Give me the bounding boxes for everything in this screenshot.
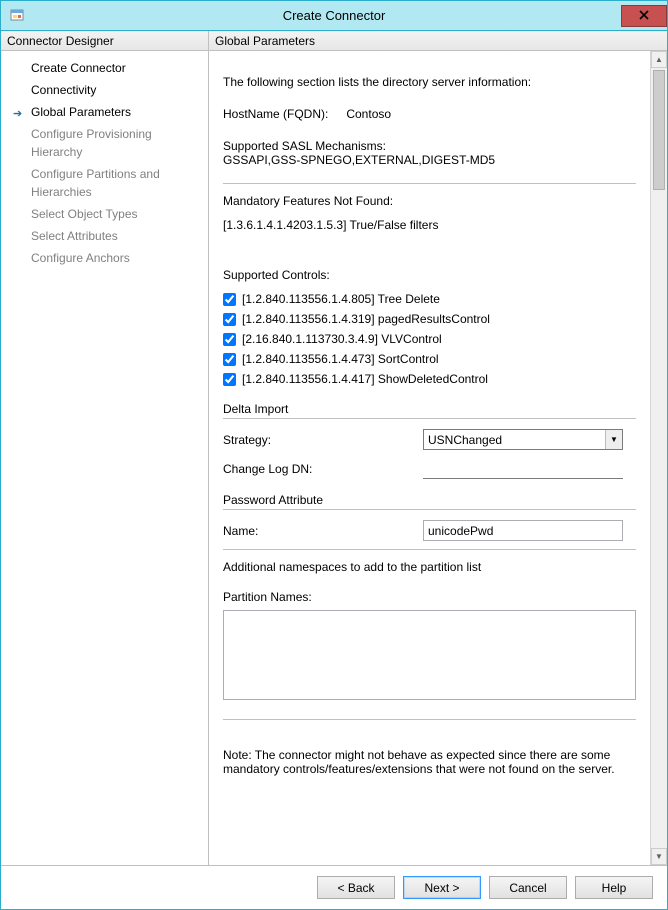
controls-block: Supported Controls: [1.2.840.113556.1.4.… <box>223 268 636 386</box>
scroll-container: The following section lists the director… <box>209 51 667 865</box>
chevron-down-icon: ▼ <box>655 852 663 861</box>
app-icon <box>9 8 25 24</box>
control-label: [1.2.840.113556.1.4.473] SortControl <box>242 352 439 366</box>
control-checkbox[interactable] <box>223 293 236 306</box>
left-panel-header: Connector Designer <box>1 31 209 51</box>
divider <box>223 183 636 184</box>
sidebar-item-label: Select Object Types <box>31 207 138 221</box>
sidebar-item-label: Configure Provisioning Hierarchy <box>31 127 152 159</box>
chevron-up-icon: ▲ <box>655 55 663 64</box>
sidebar-item-select-object-types: Select Object Types <box>1 203 208 225</box>
sidebar: Create Connector Connectivity ➔ Global P… <box>1 51 209 865</box>
changelog-row: Change Log DN: <box>223 458 636 479</box>
intro-text: The following section lists the director… <box>223 75 636 89</box>
partition-names-textarea[interactable] <box>223 610 636 700</box>
main-panel: The following section lists the director… <box>209 51 667 865</box>
mandatory-value: [1.3.6.1.4.1.4203.1.5.3] True/False filt… <box>223 218 636 232</box>
control-row-sort: [1.2.840.113556.1.4.473] SortControl <box>223 352 636 366</box>
scroll-down-button[interactable]: ▼ <box>651 848 667 865</box>
window-frame: Create Connector Connector Designer Glob… <box>0 0 668 910</box>
control-row-paged-results: [1.2.840.113556.1.4.319] pagedResultsCon… <box>223 312 636 326</box>
hostname-row: HostName (FQDN): Contoso <box>223 107 636 121</box>
sasl-block: Supported SASL Mechanisms: GSSAPI,GSS-SP… <box>223 139 636 167</box>
divider <box>223 549 636 550</box>
scroll-up-button[interactable]: ▲ <box>651 51 667 68</box>
mandatory-block: Mandatory Features Not Found: [1.3.6.1.4… <box>223 194 636 232</box>
sidebar-item-global-parameters[interactable]: ➔ Global Parameters <box>1 101 208 123</box>
hostname-value: Contoso <box>346 107 391 121</box>
strategy-value: USNChanged <box>428 433 502 447</box>
current-step-arrow-icon: ➔ <box>13 105 22 123</box>
partition-label: Partition Names: <box>223 590 636 604</box>
password-attribute-header: Password Attribute <box>223 493 636 510</box>
content: The following section lists the director… <box>209 51 650 865</box>
sidebar-item-label: Configure Partitions and Hierarchies <box>31 167 160 199</box>
mandatory-header: Mandatory Features Not Found: <box>223 194 636 208</box>
control-row-show-deleted: [1.2.840.113556.1.4.417] ShowDeletedCont… <box>223 372 636 386</box>
sidebar-item-select-attributes: Select Attributes <box>1 225 208 247</box>
strategy-label: Strategy: <box>223 433 423 447</box>
control-label: [1.2.840.113556.1.4.805] Tree Delete <box>242 292 440 306</box>
namespaces-intro: Additional namespaces to add to the part… <box>223 560 636 574</box>
control-checkbox[interactable] <box>223 353 236 366</box>
strategy-row: Strategy: USNChanged ▼ <box>223 429 636 450</box>
close-icon <box>639 8 649 23</box>
controls-header: Supported Controls: <box>223 268 636 282</box>
control-row-tree-delete: [1.2.840.113556.1.4.805] Tree Delete <box>223 292 636 306</box>
body: Create Connector Connectivity ➔ Global P… <box>1 51 667 865</box>
scroll-thumb[interactable] <box>653 70 665 190</box>
strategy-select[interactable]: USNChanged ▼ <box>423 429 623 450</box>
close-button[interactable] <box>621 5 667 27</box>
pwd-name-row: Name: <box>223 520 636 541</box>
hostname-label: HostName (FQDN): <box>223 107 343 121</box>
changelog-label: Change Log DN: <box>223 462 423 476</box>
sidebar-item-label: Configure Anchors <box>31 251 130 265</box>
sidebar-item-configure-anchors: Configure Anchors <box>1 247 208 269</box>
changelog-input[interactable] <box>423 458 623 479</box>
titlebar: Create Connector <box>1 1 667 31</box>
cancel-button[interactable]: Cancel <box>489 876 567 899</box>
control-label: [1.2.840.113556.1.4.417] ShowDeletedCont… <box>242 372 488 386</box>
scroll-track[interactable] <box>651 68 667 848</box>
sidebar-item-label: Global Parameters <box>31 105 131 119</box>
sidebar-item-partitions-hierarchies: Configure Partitions and Hierarchies <box>1 163 208 203</box>
help-button[interactable]: Help <box>575 876 653 899</box>
divider <box>223 719 636 720</box>
panel-headers: Connector Designer Global Parameters <box>1 31 667 51</box>
delta-import-header: Delta Import <box>223 402 636 419</box>
sidebar-item-create-connector[interactable]: Create Connector <box>1 57 208 79</box>
control-label: [2.16.840.1.113730.3.4.9] VLVControl <box>242 332 442 346</box>
button-bar: < Back Next > Cancel Help <box>1 865 667 909</box>
sasl-label: Supported SASL Mechanisms: <box>223 139 636 153</box>
sidebar-item-connectivity[interactable]: Connectivity <box>1 79 208 101</box>
window-title: Create Connector <box>283 8 386 23</box>
control-row-vlv: [2.16.840.1.113730.3.4.9] VLVControl <box>223 332 636 346</box>
back-button[interactable]: < Back <box>317 876 395 899</box>
vertical-scrollbar[interactable]: ▲ ▼ <box>650 51 667 865</box>
sasl-value: GSSAPI,GSS-SPNEGO,EXTERNAL,DIGEST-MD5 <box>223 153 636 167</box>
right-panel-header: Global Parameters <box>209 31 667 51</box>
control-checkbox[interactable] <box>223 313 236 326</box>
warning-note: Note: The connector might not behave as … <box>223 748 636 776</box>
sidebar-item-label: Select Attributes <box>31 229 118 243</box>
sidebar-item-label: Connectivity <box>31 83 96 97</box>
sidebar-item-provisioning-hierarchy: Configure Provisioning Hierarchy <box>1 123 208 163</box>
sidebar-item-label: Create Connector <box>31 61 126 75</box>
control-checkbox[interactable] <box>223 333 236 346</box>
control-label: [1.2.840.113556.1.4.319] pagedResultsCon… <box>242 312 490 326</box>
control-checkbox[interactable] <box>223 373 236 386</box>
pwd-name-label: Name: <box>223 524 423 538</box>
pwd-name-input[interactable] <box>423 520 623 541</box>
chevron-down-icon: ▼ <box>605 430 622 449</box>
next-button[interactable]: Next > <box>403 876 481 899</box>
